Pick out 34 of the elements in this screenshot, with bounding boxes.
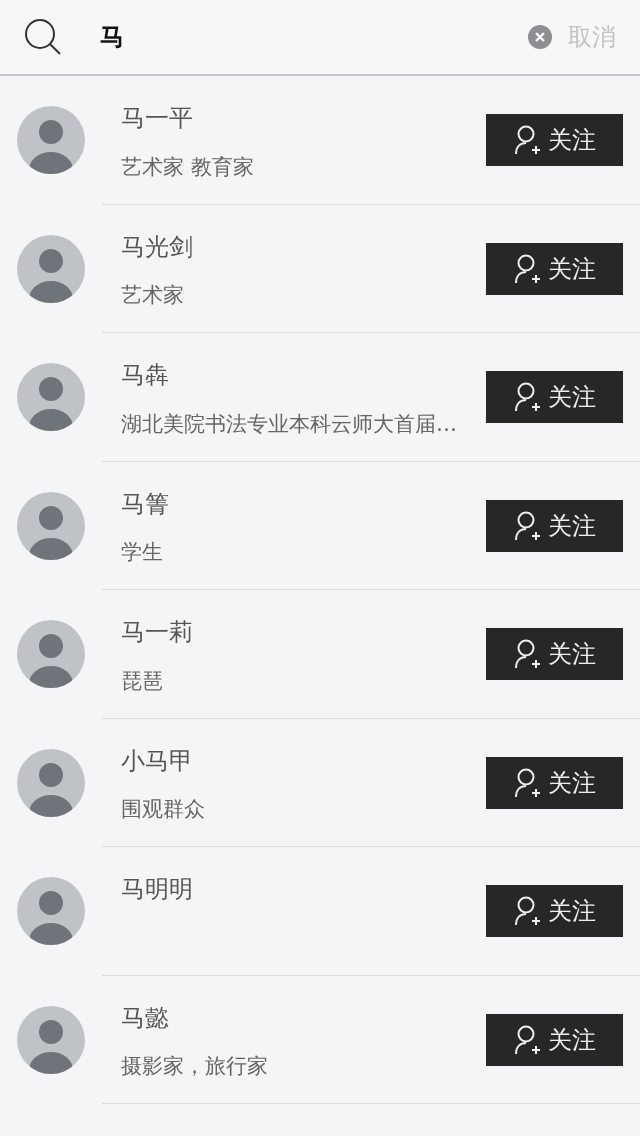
user-description: 摄影家，旅行家 (121, 1054, 269, 1080)
follow-button[interactable]: 关注 (486, 885, 623, 938)
user-name: 马一莉 (121, 618, 194, 647)
follow-button[interactable]: 关注 (486, 1013, 623, 1066)
add-user-icon (513, 253, 542, 284)
user-description: 湖北美院书法专业本科云师大首届… (121, 411, 458, 437)
user-description: 学生 (121, 540, 164, 566)
user-name: 马明明 (121, 875, 194, 904)
follow-button[interactable]: 关注 (486, 628, 623, 681)
user-description: 围观群众 (121, 797, 206, 823)
add-user-icon (513, 767, 542, 798)
follow-button[interactable]: 关注 (486, 371, 623, 424)
add-user-icon (513, 125, 542, 156)
user-description: 琵琶 (121, 668, 164, 694)
user-name: 马懿 (121, 1003, 170, 1033)
follow-button[interactable]: 关注 (486, 756, 623, 809)
add-user-icon (513, 896, 542, 927)
user-name: 小马甲 (121, 746, 194, 776)
add-user-icon (513, 639, 542, 670)
user-description: 艺术家 教育家 (121, 154, 255, 180)
clear-icon[interactable] (528, 25, 552, 49)
add-user-icon (513, 510, 542, 541)
follow-button[interactable]: 关注 (486, 499, 623, 552)
add-user-icon (513, 1024, 542, 1055)
user-description: 艺术家 (121, 283, 185, 309)
user-name: 马光剑 (121, 232, 194, 262)
search-field[interactable]: 马 (100, 19, 200, 55)
search-icon (24, 18, 62, 56)
user-name: 马犇 (121, 361, 170, 390)
follow-button[interactable]: 关注 (486, 114, 623, 167)
add-user-icon (513, 382, 542, 413)
follow-button[interactable]: 关注 (486, 242, 623, 295)
user-name: 马一平 (121, 104, 194, 133)
user-name: 马箐 (121, 489, 170, 519)
